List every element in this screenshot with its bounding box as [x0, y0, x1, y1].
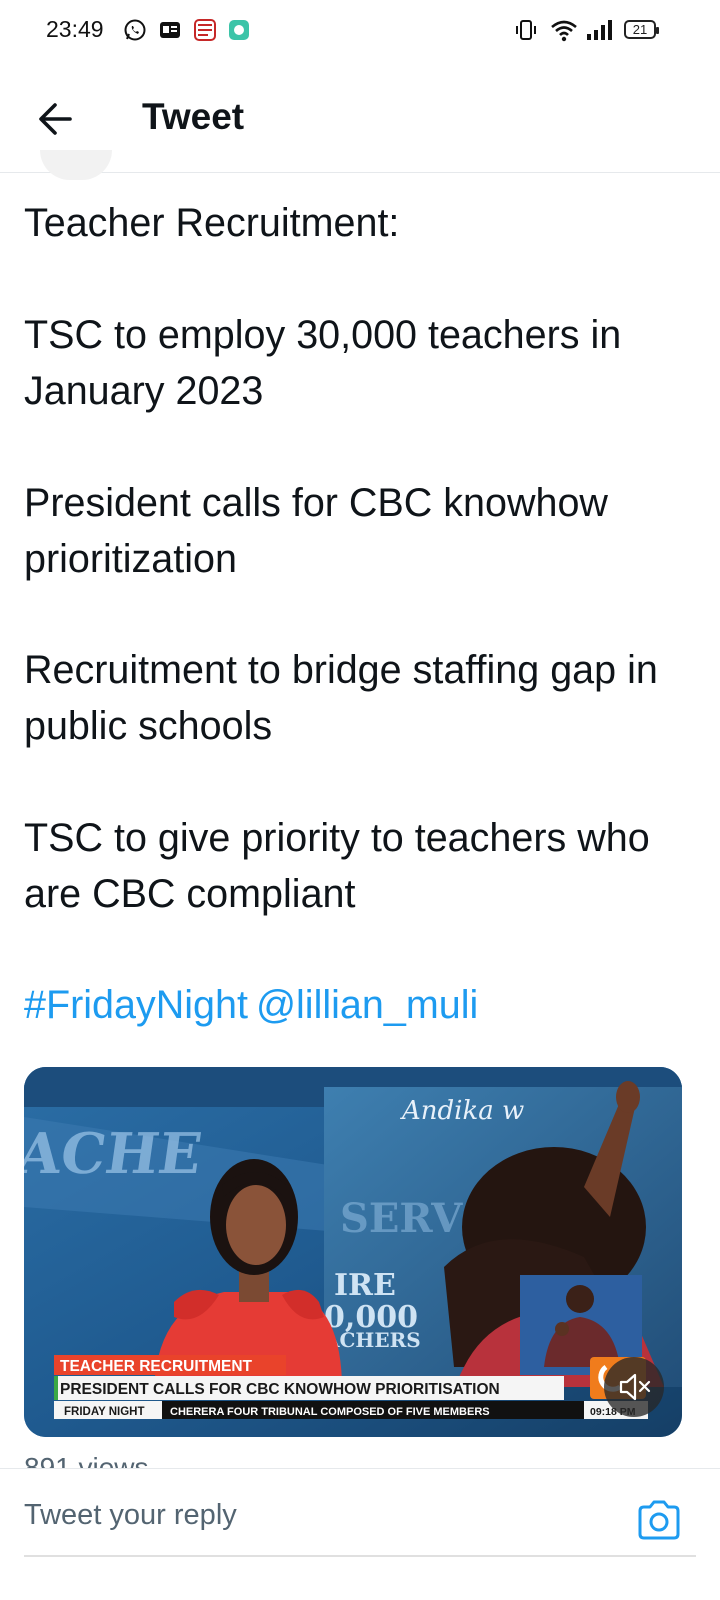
wifi-icon [551, 20, 577, 42]
video-frame: ACHE SERV Andika w IRE 0,000 ACHERS TEAC… [24, 1067, 682, 1437]
video-player[interactable]: ACHE SERV Andika w IRE 0,000 ACHERS TEAC… [24, 1067, 682, 1437]
tweet-paragraph: Recruitment to bridge staffing gap in pu… [24, 648, 658, 748]
page-title: Tweet [142, 96, 245, 137]
chyron-label: TEACHER RECRUITMENT [60, 1358, 253, 1375]
chyron-headline: PRESIDENT CALLS FOR CBC KNOWHOW PRIORITI… [60, 1381, 500, 1398]
hashtag-link[interactable]: #FridayNight [24, 983, 248, 1027]
status-time: 23:49 [46, 16, 104, 42]
chat-icon [229, 20, 249, 40]
tweet-paragraph: Teacher Recruitment: [24, 201, 400, 245]
mention-link[interactable]: @lillian_muli [256, 983, 478, 1027]
backdrop-text: ACHE [24, 1121, 206, 1187]
status-bar: 23:49 21 [0, 0, 720, 64]
reply-bar: Tweet your reply [0, 1468, 720, 1569]
app-icon [194, 19, 216, 41]
mute-button[interactable] [604, 1357, 664, 1417]
tweet-paragraph: TSC to give priority to teachers who are… [24, 816, 650, 916]
chalk-writing: Andika w [400, 1096, 524, 1126]
news-icon [160, 22, 180, 38]
arrow-left-icon[interactable] [30, 94, 80, 144]
backdrop-text-2: SERV [340, 1195, 463, 1242]
board-line: IRE [334, 1268, 396, 1303]
news-ticker: CHERERA FOUR TRIBUNAL COMPOSED OF FIVE M… [170, 1406, 490, 1418]
speaker-muted-icon [619, 1373, 651, 1401]
tweet-tags: #FridayNight @lillian_muli [24, 977, 486, 1033]
avatar[interactable] [40, 150, 112, 180]
tweet-paragraph: TSC to employ 30,000 teachers in January… [24, 313, 622, 413]
whatsapp-icon [124, 19, 146, 41]
signal-icon [587, 20, 612, 40]
vibrate-icon [516, 20, 536, 40]
battery-icon: 21 [624, 20, 659, 39]
bottom-divider [24, 1555, 696, 1557]
tweet-paragraph: President calls for CBC knowhow prioriti… [24, 481, 608, 581]
reply-input[interactable]: Tweet your reply [24, 1499, 237, 1532]
show-name: FRIDAY NIGHT [64, 1406, 145, 1418]
camera-icon[interactable] [636, 1497, 682, 1543]
